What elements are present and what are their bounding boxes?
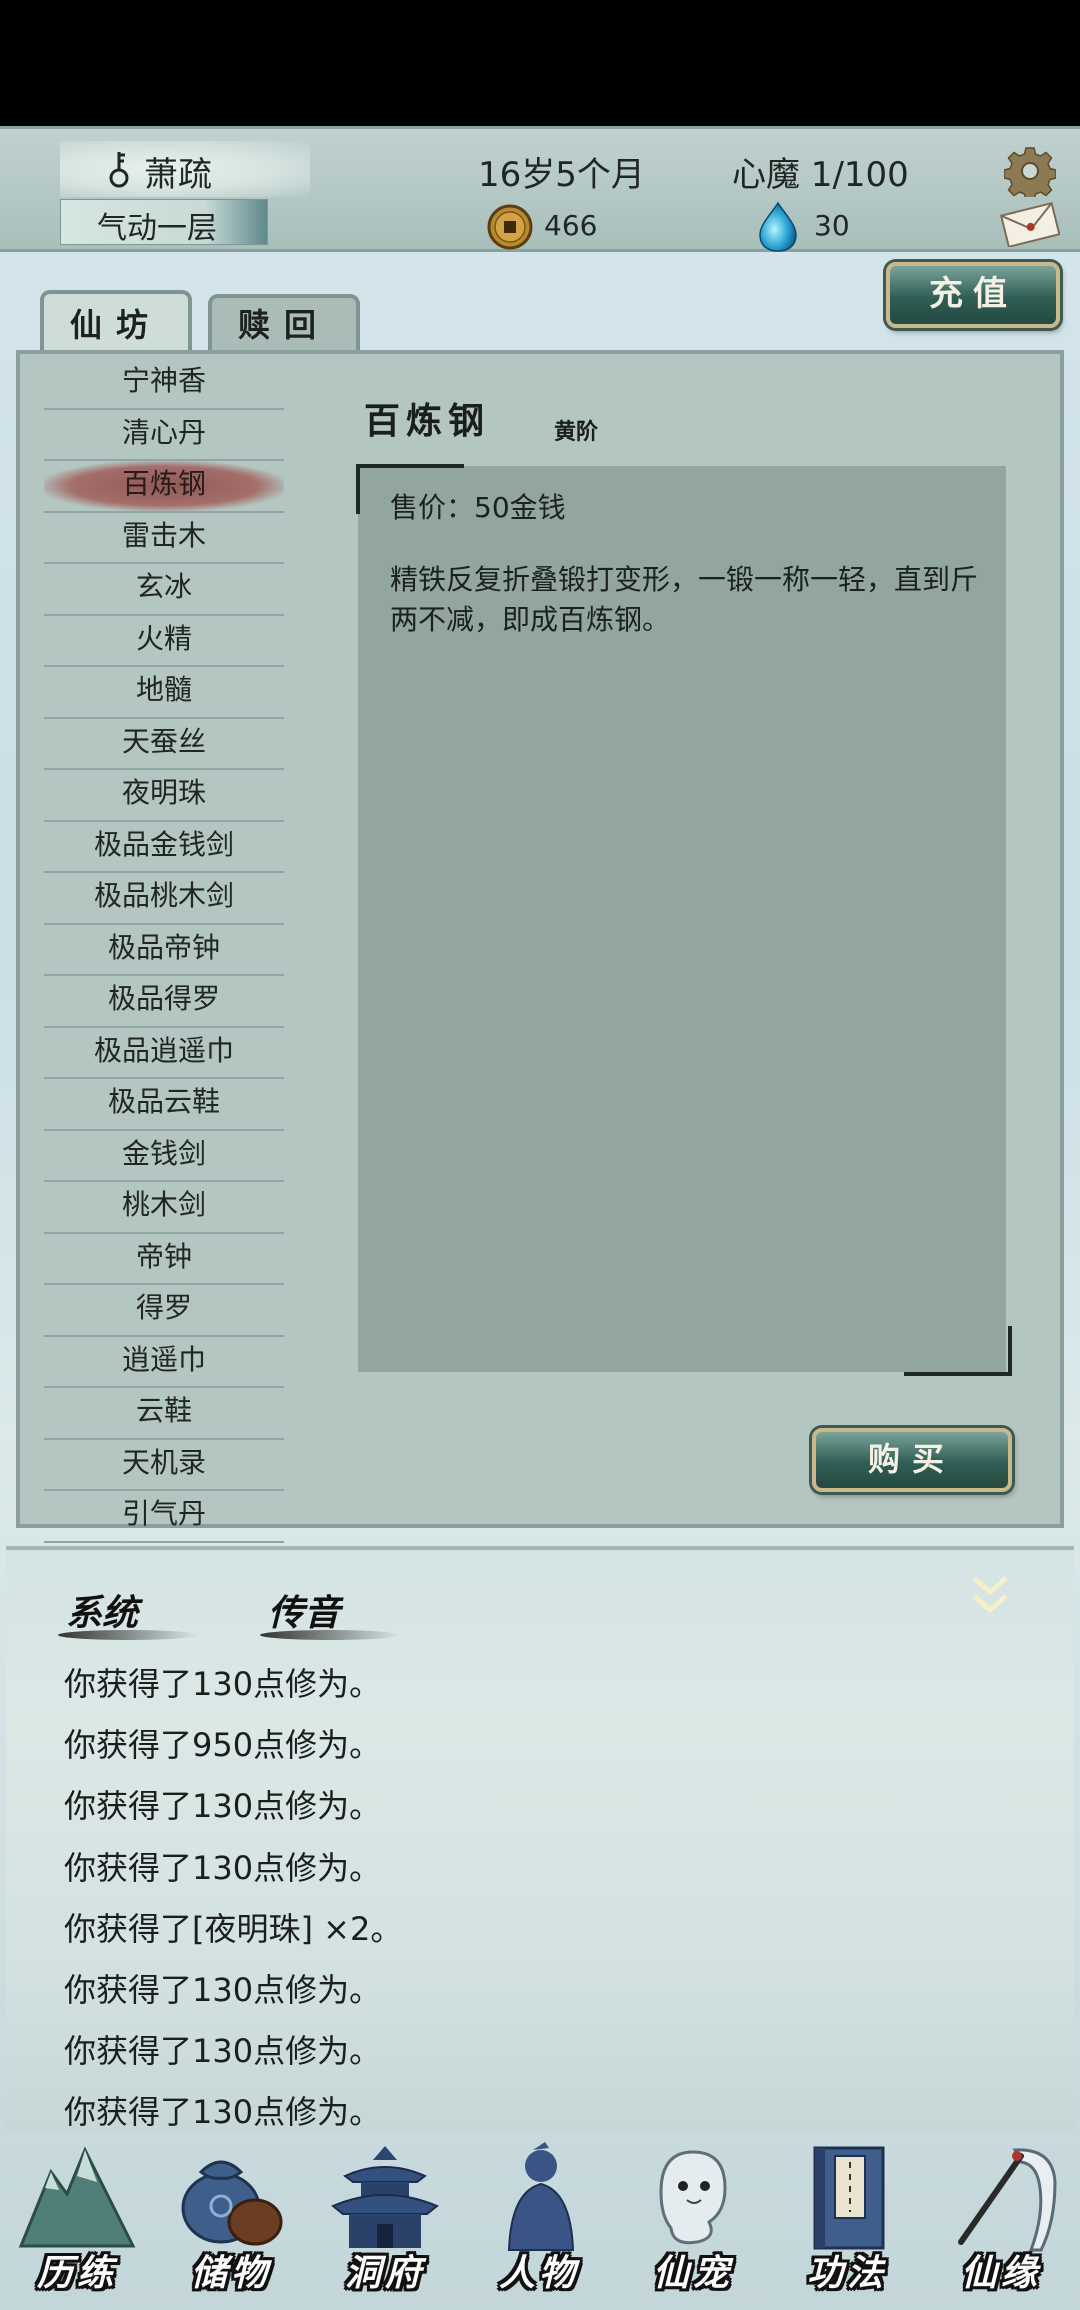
buy-button[interactable]: 购买 xyxy=(812,1428,1012,1492)
list-item[interactable]: 极品桃木剑 xyxy=(44,873,284,925)
message-line: 你获得了950点修为。 xyxy=(64,1726,382,1765)
chevron-down-icon[interactable] xyxy=(968,1572,1012,1622)
coin-icon xyxy=(487,204,533,250)
spirit-stone-count: 30 xyxy=(814,209,850,242)
list-item[interactable]: 桃木剑 xyxy=(44,1182,284,1234)
list-item[interactable]: 极品金钱剑 xyxy=(44,822,284,873)
item-list: 宁神香 清心丹 百炼钢 雷击木 玄冰 火精 地髓 天蚕丝 夜明珠 极品金钱剑 极… xyxy=(44,358,284,1543)
nav-label: 仙缘 xyxy=(960,2252,1041,2294)
message-list: 你获得了130点修为。 你获得了950点修为。 你获得了130点修为。 你获得了… xyxy=(64,1654,1024,2144)
item-detail-box: 售价：50金钱 精铁反复折叠锻打变形，一锻一称一轻，直到斤两不减，即成百炼钢。 xyxy=(356,464,1012,1376)
crane-icon xyxy=(958,2148,1057,2252)
spirit-pet-icon xyxy=(659,2150,727,2245)
item-title: 百炼钢 xyxy=(364,400,491,442)
brush-stroke-decoration xyxy=(260,1630,400,1640)
recharge-button[interactable]: 充值 xyxy=(886,262,1060,328)
tab-whisper-messages[interactable]: 传音 xyxy=(268,1584,340,1636)
list-item[interactable]: 天机录 xyxy=(44,1440,284,1491)
list-item[interactable]: 清心丹 xyxy=(44,410,284,461)
brush-stroke-decoration xyxy=(58,1630,198,1640)
list-item[interactable]: 逍遥巾 xyxy=(44,1337,284,1388)
list-item[interactable]: 极品云鞋 xyxy=(44,1079,284,1131)
message-line: 你获得了130点修为。 xyxy=(64,2093,382,2132)
list-item-selected[interactable]: 百炼钢 xyxy=(44,461,284,513)
coin-count: 466 xyxy=(544,209,598,242)
realm-badge[interactable]: 气动一层 xyxy=(60,199,268,246)
message-line: 你获得了130点修为。 xyxy=(64,1665,382,1703)
message-panel: 系统 传音 你获得了130点修为。 你获得了950点修为。 你获得了130点修为… xyxy=(6,1546,1074,2132)
list-item[interactable]: 夜明珠 xyxy=(44,770,284,822)
list-item[interactable]: 宁神香 xyxy=(44,358,284,410)
nav-label: 历练 xyxy=(36,2252,117,2294)
nav-label: 储物 xyxy=(190,2252,271,2294)
frame-corner-bottom-right xyxy=(904,1326,1012,1376)
item-grade: 黄阶 xyxy=(554,419,599,445)
bottom-navigation: 历练 储物 洞府 人物 仙宠 功法 仙缘 xyxy=(0,2138,1080,2310)
nav-label: 洞府 xyxy=(344,2252,425,2294)
tab-redeem[interactable]: 赎回 xyxy=(208,294,360,350)
status-bar xyxy=(0,0,1080,126)
nav-cultivation-method[interactable]: 功法 xyxy=(770,2138,924,2310)
nav-fate[interactable]: 仙缘 xyxy=(924,2138,1078,2310)
nav-storage[interactable]: 储物 xyxy=(154,2138,308,2310)
character-icon xyxy=(507,2142,575,2251)
list-item[interactable]: 帝钟 xyxy=(44,1234,284,1285)
item-description: 精铁反复折叠锻打变形，一锻一称一轻，直到斤两不减，即成百炼钢。 xyxy=(390,563,979,636)
mountain-icon xyxy=(18,2146,136,2248)
nav-training[interactable]: 历练 xyxy=(0,2138,154,2310)
tab-system-messages[interactable]: 系统 xyxy=(66,1584,138,1636)
storage-bag-icon xyxy=(181,2160,283,2246)
mail-icon[interactable] xyxy=(1000,201,1060,247)
pagoda-icon xyxy=(331,2146,439,2248)
message-line: 你获得了130点修为。 xyxy=(64,1787,382,1826)
message-line: 你获得了130点修为。 xyxy=(64,2032,382,2071)
shop-panel: 宁神香 清心丹 百炼钢 雷击木 玄冰 火精 地髓 天蚕丝 夜明珠 极品金钱剑 极… xyxy=(16,350,1064,1543)
key-icon xyxy=(109,152,129,188)
nav-label: 功法 xyxy=(806,2252,887,2294)
list-item[interactable]: 极品逍遥巾 xyxy=(44,1028,284,1079)
message-line: 你获得了[夜明珠] ×2。 xyxy=(64,1909,403,1948)
character-name[interactable]: 萧疏 xyxy=(144,147,212,196)
message-line: 你获得了130点修为。 xyxy=(64,1970,382,2009)
list-item[interactable]: 极品得罗 xyxy=(44,976,284,1028)
list-item[interactable]: 极品帝钟 xyxy=(44,925,284,976)
spirit-stone-icon xyxy=(759,201,797,252)
age-label: 16岁5个月 xyxy=(478,155,645,195)
realm-label: 气动一层 xyxy=(97,211,217,246)
tab-shop[interactable]: 仙坊 xyxy=(40,290,192,356)
gear-icon[interactable] xyxy=(1004,145,1056,197)
nav-character[interactable]: 人物 xyxy=(462,2138,616,2310)
nav-label: 仙宠 xyxy=(652,2252,733,2294)
list-item[interactable]: 得罗 xyxy=(44,1285,284,1337)
list-item[interactable]: 天蚕丝 xyxy=(44,719,284,770)
nav-spirit-pet[interactable]: 仙宠 xyxy=(616,2138,770,2310)
list-item[interactable]: 火精 xyxy=(44,616,284,667)
list-item[interactable]: 地髓 xyxy=(44,667,284,719)
list-item[interactable]: 雷击木 xyxy=(44,513,284,564)
player-header: 萧疏 气动一层 16岁5个月 心魔 1/100 466 30 xyxy=(0,126,1080,252)
heart-demon-label: 心魔 1/100 xyxy=(732,155,909,195)
item-price: 售价：50金钱 xyxy=(390,491,566,524)
nav-cave-dwelling[interactable]: 洞府 xyxy=(308,2138,462,2310)
list-item[interactable]: 金钱剑 xyxy=(44,1131,284,1182)
list-item[interactable]: 云鞋 xyxy=(44,1388,284,1440)
nav-label: 人物 xyxy=(498,2252,579,2294)
list-item[interactable]: 引气丹 xyxy=(44,1491,284,1543)
list-item[interactable]: 玄冰 xyxy=(44,564,284,616)
scripture-book-icon xyxy=(813,2146,885,2250)
message-line: 你获得了130点修为。 xyxy=(64,1848,382,1887)
